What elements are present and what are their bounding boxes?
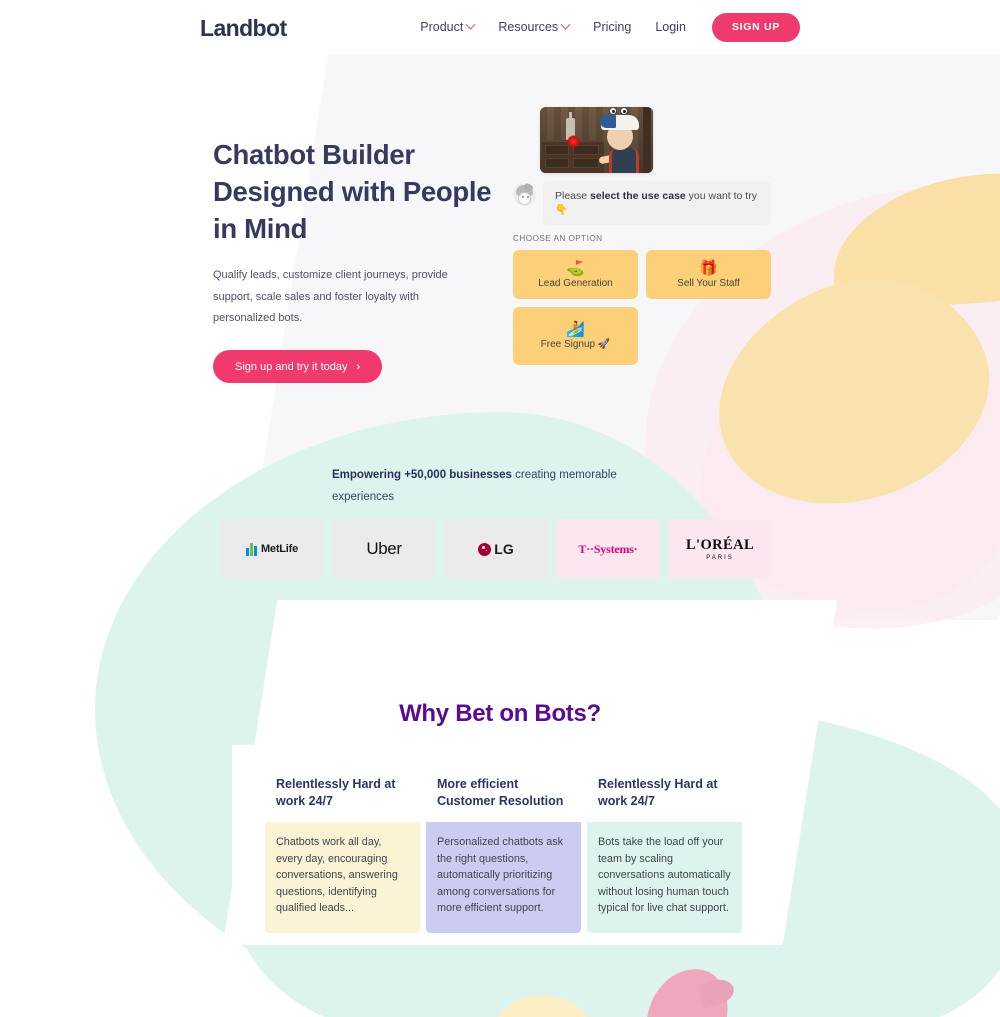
logo-label-metlife: MetLife xyxy=(260,543,299,555)
chevron-right-icon: › xyxy=(356,360,361,373)
golf-flag-icon: ⛳ xyxy=(566,259,585,277)
option-label: Lead Generation xyxy=(538,277,613,289)
logo-card-lg: LG xyxy=(444,519,548,579)
gif-eye xyxy=(620,107,628,115)
chevron-down-icon xyxy=(465,19,476,30)
nav-item-product[interactable]: Product xyxy=(408,19,486,34)
logo-card-tsystems: T··Systems· xyxy=(556,519,660,579)
chatbot-option-lead-generation[interactable]: ⛳ Lead Generation xyxy=(513,250,638,300)
hero-cta-button[interactable]: Sign up and try it today › xyxy=(213,350,383,383)
logo-sublabel-loreal: PARIS xyxy=(706,555,734,561)
main-navigation: Product Resources Pricing Login SIGN UP xyxy=(408,0,800,54)
card-body: Bots take the load off your team by scal… xyxy=(587,822,742,933)
pink-blob-bottom xyxy=(642,960,736,1017)
chatbot-message: Please select the use case you want to t… xyxy=(543,181,771,226)
gif-eye xyxy=(609,107,617,115)
logo-card-loreal: L'ORÉAL PARIS xyxy=(668,519,772,579)
site-header: Landbot Product Resources Pricing Login … xyxy=(0,0,1000,54)
surfer-icon: 🏄 xyxy=(566,321,585,339)
chevron-down-icon xyxy=(560,19,571,30)
yellow-blob-bottom xyxy=(495,995,590,1017)
lg-mark-icon xyxy=(478,542,492,556)
pointing-down-icon: 👇 xyxy=(555,204,569,217)
gif-cap xyxy=(600,115,639,130)
empowering-bold: Empowering +50,000 businesses xyxy=(332,469,512,481)
card-body: Personalized chatbots ask the right ques… xyxy=(426,822,581,933)
chatbot-options: ⛳ Lead Generation 🎁 Sell Your Staff 🏄 Fr… xyxy=(513,250,771,366)
logo-label-uber: Uber xyxy=(366,539,402,558)
message-prefix: Please xyxy=(555,190,591,202)
hero-cta-label: Sign up and try it today xyxy=(235,360,348,373)
message-bold: select the use case xyxy=(590,190,686,202)
logo-card-metlife: MetLife xyxy=(220,519,324,579)
avatar xyxy=(513,183,536,206)
nav-label-login: Login xyxy=(655,20,686,34)
brand-logo[interactable]: Landbot xyxy=(200,15,287,42)
option-label: Free Signup 🚀 xyxy=(540,339,611,351)
benefit-card: Relentlessly Hard at work 24/7 Bots take… xyxy=(587,762,742,933)
benefit-card: More efficient Customer Resolution Perso… xyxy=(426,762,581,933)
option-label: Sell Your Staff xyxy=(677,277,740,289)
gif-drawer xyxy=(545,158,569,168)
hero-subtitle: Qualify leads, customize client journeys… xyxy=(213,269,448,324)
nav-item-login[interactable]: Login xyxy=(643,20,698,34)
section-title-why-bet-on-bots: Why Bet on Bots? xyxy=(399,700,601,727)
nav-label-resources: Resources xyxy=(498,20,559,34)
logo-label-loreal: L'ORÉAL xyxy=(685,537,755,553)
nav-label-pricing: Pricing xyxy=(593,20,632,34)
page-title: Chatbot Builder Designed with People in … xyxy=(213,139,492,244)
empowering-text: Empowering +50,000 businesses creating m… xyxy=(332,464,662,508)
client-logos: MetLife Uber LG T··Systems· L'ORÉAL PARI… xyxy=(220,519,772,579)
pink-blob-bottom-tail xyxy=(697,975,737,1009)
chatbot-option-sell-your-staff[interactable]: 🎁 Sell Your Staff xyxy=(646,250,771,300)
landing-page: Landbot Product Resources Pricing Login … xyxy=(0,0,1000,1017)
benefit-card: Relentlessly Hard at work 24/7 Chatbots … xyxy=(265,762,420,933)
yellow-blob-top xyxy=(823,157,1000,321)
logo-label-lg: LG xyxy=(494,541,514,557)
gift-icon: 🎁 xyxy=(699,259,718,277)
card-title: More efficient Customer Resolution xyxy=(426,762,581,822)
nav-item-resources[interactable]: Resources xyxy=(486,19,581,34)
chatbot-message-row: Please select the use case you want to t… xyxy=(513,181,771,226)
metlife-mark-icon xyxy=(245,542,257,556)
chatbot-gif xyxy=(540,107,653,173)
nav-item-pricing[interactable]: Pricing xyxy=(581,20,643,34)
choose-option-label: CHOOSE AN OPTION xyxy=(513,234,603,244)
nav-label-product: Product xyxy=(420,20,464,34)
gif-post xyxy=(643,107,651,173)
message-suffix: you want to try xyxy=(685,190,757,202)
card-body: Chatbots work all day, every day, encour… xyxy=(265,822,420,933)
gif-spark xyxy=(567,135,580,148)
gif-drawer xyxy=(545,145,569,155)
gif-drawer xyxy=(573,158,599,168)
signup-button[interactable]: SIGN UP xyxy=(711,12,800,42)
logo-card-uber: Uber xyxy=(332,519,436,579)
card-title: Relentlessly Hard at work 24/7 xyxy=(265,762,420,822)
chatbot-widget: Please select the use case you want to t… xyxy=(513,107,771,366)
chatbot-option-free-signup[interactable]: 🏄 Free Signup 🚀 xyxy=(513,307,638,366)
benefit-cards: Relentlessly Hard at work 24/7 Chatbots … xyxy=(265,762,742,933)
gif-vest xyxy=(612,148,636,173)
logo-label-tsystems: T··Systems· xyxy=(578,541,638,556)
card-title: Relentlessly Hard at work 24/7 xyxy=(587,762,742,822)
